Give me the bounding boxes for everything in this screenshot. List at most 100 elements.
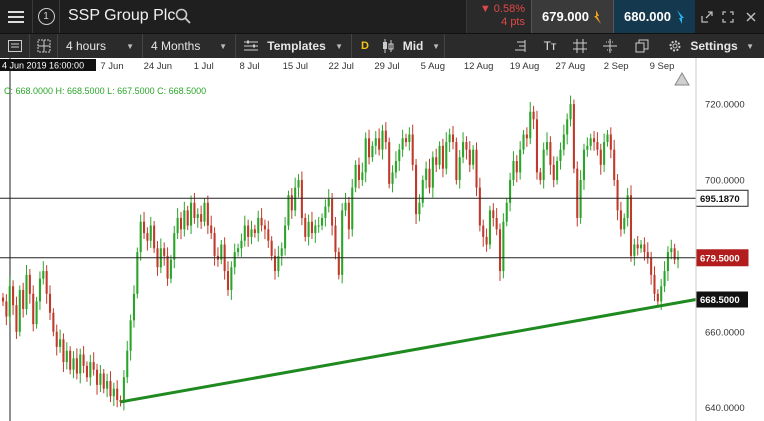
candle — [596, 142, 599, 150]
candle — [183, 210, 186, 230]
candle — [341, 210, 344, 275]
x-tick-label: 8 Jul — [239, 61, 259, 72]
candle — [253, 229, 256, 234]
candle — [320, 217, 324, 226]
d-badge[interactable]: D — [356, 34, 374, 58]
y-tick-label: 700.0000 — [705, 176, 745, 187]
candle — [616, 180, 619, 211]
candle — [438, 145, 441, 165]
candle — [431, 157, 434, 188]
candle — [233, 252, 236, 268]
sell-button[interactable]: 679.000 — [531, 0, 613, 33]
current-price-label: 668.5000 — [700, 295, 740, 306]
interval-dropdown[interactable]: 4 hours ▼ — [58, 34, 143, 58]
candle — [666, 252, 669, 272]
candle — [495, 217, 498, 230]
candle — [458, 157, 461, 181]
search-icon[interactable] — [175, 8, 191, 29]
candle — [79, 354, 82, 374]
candle — [589, 138, 592, 146]
candle — [337, 252, 340, 275]
candle — [260, 217, 263, 226]
candle — [324, 206, 327, 218]
range-dropdown[interactable]: 4 Months ▼ — [143, 34, 236, 58]
menu-icon[interactable] — [0, 0, 33, 33]
candle — [582, 149, 586, 181]
price-type-dropdown[interactable]: Mid ▼ — [378, 34, 445, 58]
candle — [290, 195, 293, 211]
candle — [609, 134, 612, 150]
candle — [1, 297, 5, 302]
text-tool-icon[interactable]: Tт — [538, 34, 562, 58]
candle — [240, 240, 243, 249]
candle — [237, 248, 240, 253]
chart-panel[interactable]: 7 Jun 24 Jun 1 Jul 8 Jul 15 Jul 22 Jul 29 Jul 5… — [0, 58, 764, 421]
candle — [636, 244, 639, 249]
candle — [663, 271, 666, 287]
candle — [280, 248, 283, 256]
candle — [525, 134, 528, 139]
indicators-icon[interactable] — [508, 34, 532, 58]
candle — [25, 274, 28, 309]
candle — [310, 221, 313, 234]
sell-price: 679.000 — [542, 9, 589, 24]
candle — [139, 221, 142, 253]
candle — [418, 202, 421, 215]
chart-background — [0, 58, 764, 421]
candle — [8, 286, 11, 317]
x-tick-label: 22 Jul — [328, 61, 353, 72]
layout-grid-icon[interactable] — [30, 34, 58, 58]
price-type-label: Mid — [402, 39, 424, 53]
candle — [515, 161, 518, 173]
candle — [307, 221, 310, 237]
info-button[interactable]: 1 — [33, 0, 60, 33]
y-tick-label: 640.0000 — [705, 403, 745, 414]
buy-arrow-icon — [677, 9, 684, 24]
candle — [196, 214, 199, 218]
candle — [522, 134, 525, 150]
close-icon[interactable] — [739, 0, 762, 33]
candle — [549, 142, 552, 165]
candle — [408, 134, 411, 143]
candle — [351, 187, 354, 230]
settings-dropdown[interactable]: Settings ▼ — [664, 34, 758, 58]
candle — [317, 225, 320, 227]
x-tick-label: 5 Aug — [421, 61, 445, 72]
maximize-icon[interactable] — [716, 0, 739, 33]
candle — [599, 149, 602, 165]
candle — [284, 225, 287, 249]
candle — [344, 202, 347, 211]
candle — [166, 255, 169, 279]
candle — [482, 225, 485, 237]
buy-button[interactable]: 680.000 — [613, 0, 695, 33]
templates-dropdown[interactable]: Templates ▼ — [236, 34, 352, 58]
chevron-down-icon: ▼ — [432, 41, 440, 51]
candle — [593, 138, 596, 143]
candle — [203, 202, 206, 222]
candle — [42, 271, 45, 279]
candle — [263, 225, 266, 230]
candle — [368, 138, 371, 158]
candle — [82, 354, 85, 366]
detach-icon[interactable] — [695, 0, 718, 33]
candle — [472, 149, 475, 165]
candle — [572, 104, 575, 169]
candle — [653, 274, 656, 294]
settings-label: Settings — [690, 39, 738, 53]
price-chart[interactable]: 7 Jun 24 Jun 1 Jul 8 Jul 15 Jul 22 Jul 29 Jul 5… — [0, 58, 764, 421]
candle — [99, 373, 102, 385]
candle — [455, 142, 458, 181]
x-tick-label: 2 Sep — [604, 61, 629, 72]
chart-list-icon[interactable] — [0, 34, 30, 58]
candle — [347, 202, 350, 230]
candle — [193, 202, 196, 218]
copy-icon[interactable] — [630, 34, 654, 58]
candle — [576, 168, 579, 218]
templates-label: Templates — [267, 39, 326, 53]
grid-icon[interactable] — [568, 34, 592, 58]
candle — [163, 248, 166, 256]
candle — [435, 157, 438, 165]
crosshair-icon[interactable] — [598, 34, 622, 58]
candle — [401, 138, 404, 150]
candle — [89, 362, 92, 378]
